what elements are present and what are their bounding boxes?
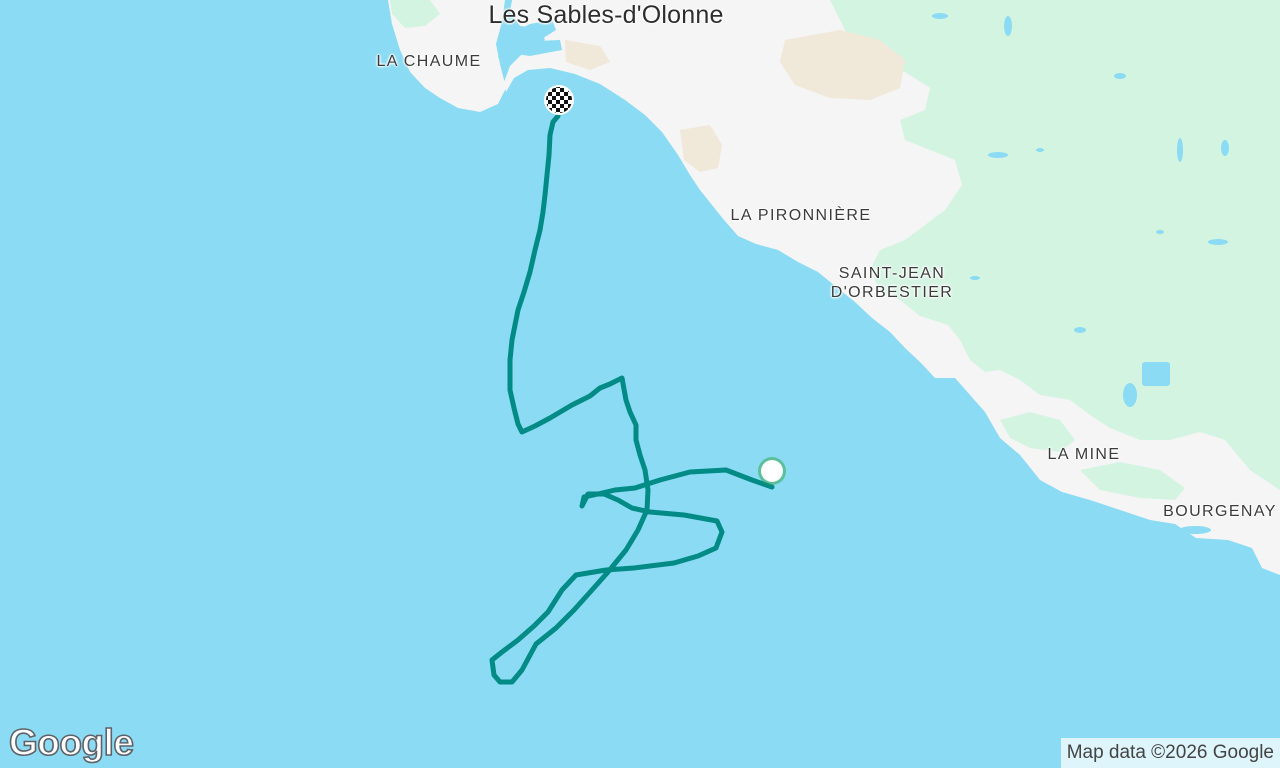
- locality-label-line: SAINT-JEAN: [838, 265, 946, 282]
- finish-flag-marker[interactable]: [544, 85, 574, 115]
- locality-label-la-pironniere: LA PIRONNIÈRE: [730, 207, 872, 224]
- city-label-les-sables-dolonne: Les Sables-d'Olonne: [488, 1, 724, 29]
- locality-label-saint-jean-dorbestier: SAINT-JEAN D'ORBESTIER: [831, 264, 953, 302]
- locality-label-la-chaume: LA CHAUME: [376, 53, 482, 70]
- locality-label-line: D'ORBESTIER: [830, 284, 954, 301]
- google-logo: Google: [8, 721, 135, 764]
- map-canvas[interactable]: Les Sables-d'Olonne LA CHAUME LA PIRONNI…: [0, 0, 1280, 768]
- start-marker[interactable]: [758, 457, 786, 485]
- map-base-layer: [0, 0, 1280, 768]
- locality-label-la-mine: LA MINE: [1047, 446, 1121, 463]
- map-attribution[interactable]: Map data ©2026 Google: [1060, 738, 1280, 768]
- locality-label-bourgenay: BOURGENAY: [1163, 503, 1277, 520]
